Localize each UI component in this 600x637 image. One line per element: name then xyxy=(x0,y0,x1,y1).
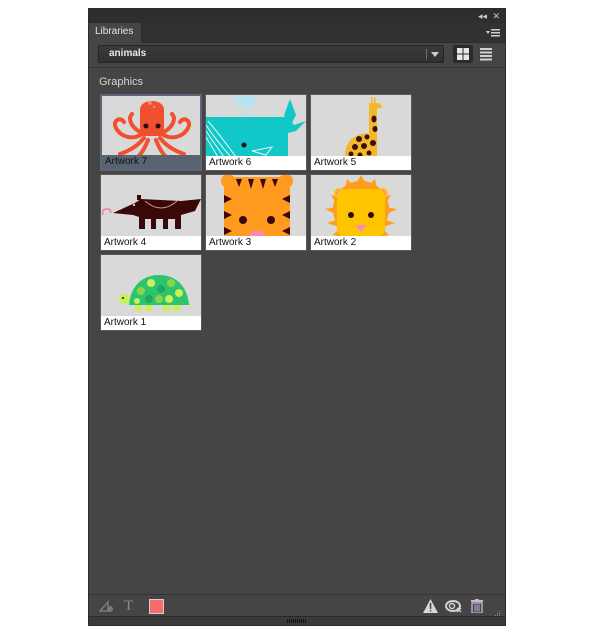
graphic-thumbnail-octopus xyxy=(102,96,200,158)
graphic-thumbnail-giraffe xyxy=(311,95,411,157)
graphic-label: Artwork 7 xyxy=(102,155,200,169)
graphic-item[interactable]: Artwork 6 xyxy=(205,94,307,171)
list-view-button[interactable] xyxy=(478,45,494,63)
add-text-style-icon[interactable]: T xyxy=(124,598,133,615)
graphic-item[interactable]: Artwork 4 xyxy=(100,174,202,251)
graphic-item[interactable]: Artwork 2 xyxy=(310,174,412,251)
chevron-down-icon xyxy=(431,52,439,57)
graphic-thumbnail-lion xyxy=(311,175,411,237)
tab-bar: Libraries xyxy=(89,23,505,43)
graphic-thumbnail-whale xyxy=(206,95,306,157)
double-chevron-left-icon[interactable]: ◂◂ xyxy=(478,10,487,22)
close-icon[interactable]: ✕ xyxy=(492,10,500,22)
graphic-item[interactable]: Artwork 7 xyxy=(100,94,202,171)
graphic-item[interactable]: Artwork 3 xyxy=(205,174,307,251)
graphic-thumbnail-anteater xyxy=(101,175,201,237)
list-view-icon xyxy=(480,48,492,61)
graphic-item[interactable]: Artwork 1 xyxy=(100,254,202,331)
graphic-thumbnail-turtle xyxy=(101,255,201,317)
grid-view-icon xyxy=(457,48,469,60)
graphic-label: Artwork 6 xyxy=(206,156,306,170)
library-select[interactable]: animals xyxy=(98,45,444,63)
graphic-label: Artwork 4 xyxy=(101,236,201,250)
add-color-icon[interactable] xyxy=(149,599,164,614)
graphic-label: Artwork 1 xyxy=(101,316,201,330)
graphic-thumbnail-tiger xyxy=(206,175,306,237)
library-select-value: animals xyxy=(109,48,147,59)
library-toolbar: animals xyxy=(89,43,505,68)
libraries-panel: ◂◂ ✕ Libraries animals Graphics Artwork … xyxy=(88,8,506,626)
graphic-label: Artwork 2 xyxy=(311,236,411,250)
panel-titlebar: ◂◂ ✕ xyxy=(89,9,505,23)
panel-resize-bar xyxy=(89,616,505,625)
graphic-item[interactable]: Artwork 5 xyxy=(310,94,412,171)
color-swatch xyxy=(149,599,164,614)
tab-libraries[interactable]: Libraries xyxy=(89,23,142,43)
graphic-label: Artwork 3 xyxy=(206,236,306,250)
section-title-graphics: Graphics xyxy=(99,76,144,88)
graphic-label: Artwork 5 xyxy=(311,156,411,170)
resize-grip[interactable] xyxy=(287,619,307,623)
dropdown-separator xyxy=(426,49,427,60)
panel-menu-icon[interactable] xyxy=(486,26,500,38)
grid-view-button[interactable] xyxy=(453,45,473,63)
